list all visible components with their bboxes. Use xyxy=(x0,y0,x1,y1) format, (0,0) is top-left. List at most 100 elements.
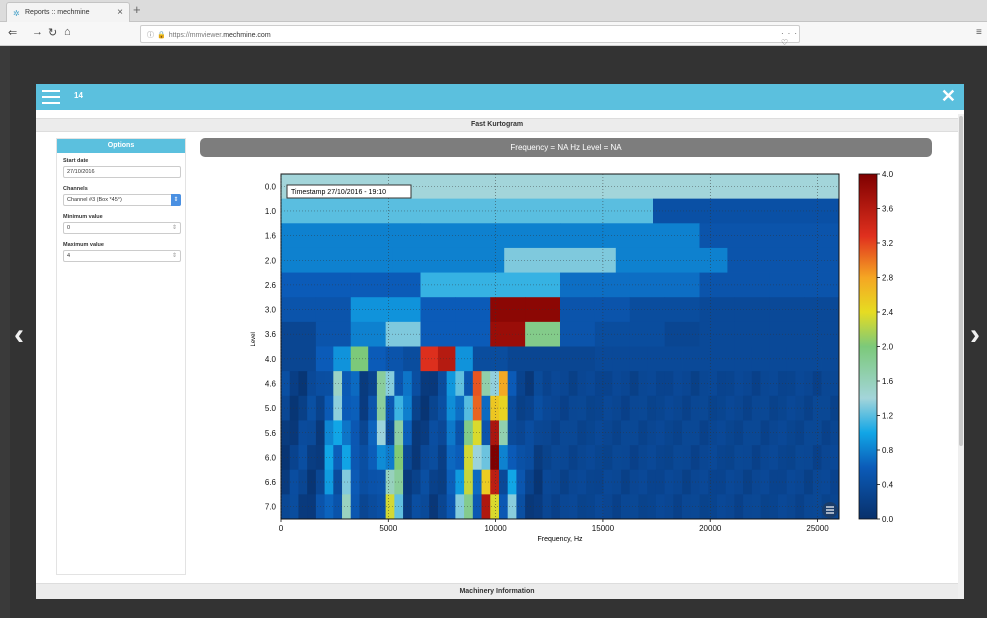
heatmap-cell xyxy=(429,469,439,495)
heatmap-cell xyxy=(734,395,744,421)
heatmap-cell xyxy=(359,420,369,446)
max-value-input[interactable]: 4 ⇕ xyxy=(63,250,181,262)
heatmap-cell xyxy=(368,469,378,495)
heatmap-cell xyxy=(472,371,482,397)
heatmap-cell xyxy=(615,247,728,273)
heatmap-cell xyxy=(603,395,613,421)
heatmap-cell xyxy=(830,371,840,397)
heatmap-cell xyxy=(716,371,727,397)
reload-button[interactable]: ↻ xyxy=(48,26,57,39)
chevron-updown-icon[interactable]: ⇕ xyxy=(171,194,181,206)
y-tick-label: 5.0 xyxy=(265,404,277,413)
heatmap-cell xyxy=(507,395,517,421)
heatmap-cell xyxy=(664,494,674,520)
heatmap-cell xyxy=(629,395,639,421)
heatmap-cell xyxy=(420,223,561,249)
heatmap-cell xyxy=(690,395,700,421)
heatmap-cell xyxy=(795,420,805,446)
heatmap-cell xyxy=(629,445,639,471)
spinner-icon[interactable]: ⇕ xyxy=(172,224,177,231)
heatmap-cell xyxy=(708,469,718,495)
heatmap-cell xyxy=(281,371,291,397)
heatmap-cell xyxy=(455,445,465,471)
colorbar-tick-label: 2.4 xyxy=(882,308,894,317)
heatmap-cell xyxy=(716,494,727,520)
report-modal: 14 ✕ Fast Kurtogram Options Start date 2… xyxy=(36,84,964,599)
heatmap-cell xyxy=(777,395,788,421)
heatmap-cell xyxy=(342,494,352,520)
heatmap-cell xyxy=(359,445,369,471)
heatmap-cell xyxy=(281,395,291,421)
back-button[interactable]: ⇐ xyxy=(8,26,17,39)
heatmap-cell xyxy=(804,445,814,471)
heatmap-cell xyxy=(629,469,639,495)
chevron-right-icon[interactable]: › xyxy=(970,318,980,352)
heatmap-cell xyxy=(769,297,805,323)
close-tab-icon[interactable]: × xyxy=(117,7,123,18)
heatmap-cell xyxy=(716,395,727,421)
chevron-left-icon[interactable]: ‹ xyxy=(14,318,24,352)
browser-tab[interactable]: ✲ Reports :: mechmine × xyxy=(6,2,130,22)
heatmap-cell xyxy=(594,321,631,347)
channels-select[interactable]: Channel #3 (Box *45°) ⇕ xyxy=(63,194,181,206)
start-date-input[interactable]: 27/10/2016 xyxy=(63,166,181,178)
heatmap-cell xyxy=(647,494,657,520)
forward-button[interactable]: → xyxy=(32,26,43,38)
min-value-input[interactable]: 0 ⇕ xyxy=(63,222,181,234)
hamburger-icon[interactable] xyxy=(42,90,60,104)
heatmap-cell xyxy=(359,469,369,495)
heatmap-cell xyxy=(481,494,491,520)
heatmap-cell xyxy=(437,371,448,397)
heatmap-cell xyxy=(420,395,430,421)
heatmap-cell xyxy=(560,420,570,446)
heatmap-cell xyxy=(525,321,561,347)
heatmap-cell xyxy=(481,420,491,446)
heatmap-cell xyxy=(804,494,814,520)
heatmap-cell xyxy=(821,395,831,421)
heatmap-cell xyxy=(812,469,822,495)
heatmap-cell xyxy=(682,395,692,421)
max-value-label: Maximum value xyxy=(63,242,104,248)
heatmap-cell xyxy=(612,420,622,446)
heatmap-cell xyxy=(708,445,718,471)
browser-menu-icon[interactable]: ≡ xyxy=(976,27,982,38)
modal-scrollbar[interactable] xyxy=(958,114,964,599)
heatmap-cell xyxy=(725,420,735,446)
heatmap-cell xyxy=(324,494,334,520)
close-icon[interactable]: ✕ xyxy=(941,86,956,107)
heatmap-cell xyxy=(804,321,840,347)
heatmap-cell xyxy=(455,469,465,495)
heatmap-cell xyxy=(577,346,596,372)
chart-menu-icon[interactable] xyxy=(822,502,838,518)
url-bar[interactable]: ⓘ🔒https://mmviewer.mechmine.com ··· ♡ ☆ xyxy=(140,25,800,56)
heatmap-cell xyxy=(429,445,439,471)
heatmap-cell xyxy=(315,420,325,446)
heatmap-cell xyxy=(542,420,552,446)
spinner-icon[interactable]: ⇕ xyxy=(172,252,177,259)
heatmap-cell xyxy=(673,420,683,446)
heatmap-cell xyxy=(830,395,840,421)
heatmap-cell xyxy=(743,469,753,495)
kurtogram-chart: 0 5000 10000 15000 20000 25000 0.0 1.0 1.6 2.0 2.… xyxy=(251,170,894,543)
heatmap-cell xyxy=(350,469,360,495)
info-icon[interactable]: ⓘ xyxy=(147,32,154,39)
heatmap-cell xyxy=(560,469,570,495)
heatmap-cell xyxy=(655,494,666,520)
heatmap-cell xyxy=(699,346,718,372)
heatmap-cell xyxy=(655,445,666,471)
heatmap-cell xyxy=(568,395,578,421)
heatmap-cell xyxy=(359,371,369,397)
home-icon[interactable]: ⌂ xyxy=(64,26,71,38)
heatmap-cell xyxy=(446,445,456,471)
heatmap-cell xyxy=(769,494,779,520)
heatmap-cell xyxy=(437,395,448,421)
colorbar xyxy=(858,173,878,520)
heatmap-cell xyxy=(638,420,648,446)
heatmap-cell xyxy=(716,469,727,495)
heatmap-cell xyxy=(673,395,683,421)
new-tab-button[interactable]: + xyxy=(133,2,141,17)
heatmap-cell xyxy=(525,371,535,397)
colorbar-tick-label: 1.6 xyxy=(882,377,894,386)
heatmap-cell xyxy=(673,494,683,520)
heatmap-cell xyxy=(621,395,631,421)
